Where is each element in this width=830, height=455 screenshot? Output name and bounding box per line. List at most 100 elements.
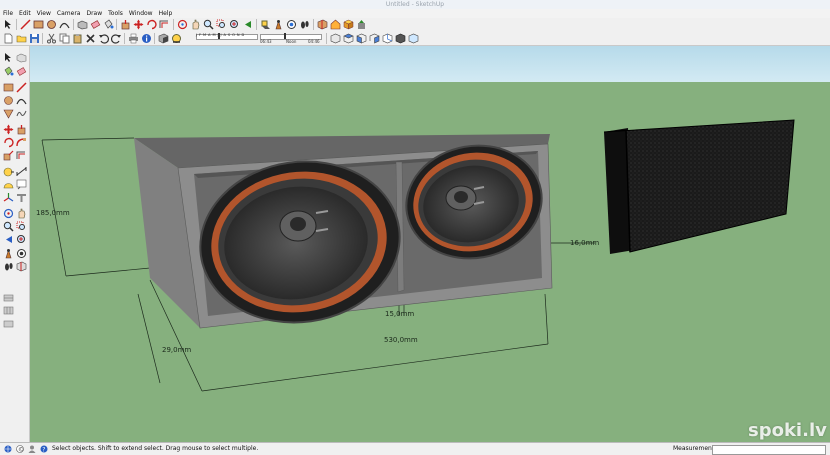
paint-bucket-icon[interactable] <box>103 19 114 30</box>
tape-measure-icon[interactable] <box>3 166 14 177</box>
position-camera-icon[interactable] <box>3 248 14 259</box>
scale-icon[interactable] <box>3 150 14 161</box>
arc-icon[interactable] <box>16 95 27 106</box>
month-scale: J F M A M J J A S O N D <box>196 33 245 37</box>
modeling-viewport[interactable]: 185,0mm 29,0mm 530,0mm 15,0mm 16,0mm <box>30 46 830 442</box>
previous-icon[interactable] <box>3 234 14 245</box>
redo-icon[interactable] <box>111 33 122 44</box>
move-tool-icon[interactable] <box>133 19 144 30</box>
new-file-icon[interactable] <box>3 33 14 44</box>
back-view-icon[interactable] <box>382 33 393 44</box>
dim-panel-label: 15,0mm <box>385 310 414 318</box>
pan-icon[interactable] <box>16 208 27 219</box>
polygon-icon[interactable] <box>3 108 14 119</box>
upload-model-icon[interactable] <box>356 19 367 30</box>
push-pull-icon[interactable] <box>16 124 27 135</box>
menu-edit[interactable]: Edit <box>16 9 34 18</box>
user-icon[interactable] <box>28 445 36 453</box>
sandbox-smoove-icon[interactable] <box>3 318 14 329</box>
rectangle-tool-icon[interactable] <box>33 19 44 30</box>
sandbox-scratch-icon[interactable] <box>3 305 14 316</box>
select-tool-icon[interactable] <box>3 19 14 30</box>
zoom-tool-icon[interactable] <box>203 19 214 30</box>
follow-me-icon[interactable] <box>16 137 27 148</box>
axes-icon[interactable] <box>3 192 14 203</box>
month-slider-thumb[interactable] <box>218 33 220 39</box>
zoom-extents-icon[interactable] <box>16 234 27 245</box>
walk-icon[interactable] <box>3 261 14 272</box>
left-view-icon[interactable] <box>395 33 406 44</box>
menu-bar: File Edit View Camera Draw Tools Window Help <box>0 9 830 18</box>
offset-icon[interactable] <box>16 150 27 161</box>
eraser-icon[interactable] <box>16 66 27 77</box>
circle-tool-icon[interactable] <box>46 19 57 30</box>
text-icon[interactable] <box>16 179 27 190</box>
rotate-tool-icon[interactable] <box>146 19 157 30</box>
paste-icon[interactable] <box>72 33 83 44</box>
section-plane-icon[interactable] <box>317 19 328 30</box>
3d-text-icon[interactable] <box>16 192 27 203</box>
paint-bucket-icon[interactable] <box>3 66 14 77</box>
select-icon[interactable] <box>3 52 14 63</box>
freehand-icon[interactable] <box>16 108 27 119</box>
menu-camera[interactable]: Camera <box>54 9 84 18</box>
menu-draw[interactable]: Draw <box>83 9 105 18</box>
credits-icon[interactable]: © <box>16 445 24 453</box>
walk-tool-icon[interactable] <box>299 19 310 30</box>
menu-file[interactable]: File <box>0 9 16 18</box>
orbit-icon[interactable] <box>3 208 14 219</box>
move-icon[interactable] <box>3 124 14 135</box>
look-around-icon[interactable] <box>286 19 297 30</box>
previous-view-icon[interactable] <box>242 19 253 30</box>
help-icon[interactable]: ? <box>40 445 48 453</box>
zoom-extents-icon[interactable] <box>229 19 240 30</box>
model-info-icon[interactable] <box>141 33 152 44</box>
warehouse-icon[interactable] <box>330 19 341 30</box>
right-view-icon[interactable] <box>369 33 380 44</box>
save-icon[interactable] <box>29 33 40 44</box>
pan-tool-icon[interactable] <box>190 19 201 30</box>
line-tool-icon[interactable] <box>20 19 31 30</box>
zoom-window-icon[interactable] <box>216 19 227 30</box>
rectangle-icon[interactable] <box>3 82 14 93</box>
shadows-icon[interactable] <box>260 19 271 30</box>
make-component-icon[interactable] <box>77 19 88 30</box>
top-view-icon[interactable] <box>343 33 354 44</box>
eraser-tool-icon[interactable] <box>90 19 101 30</box>
delete-icon[interactable] <box>85 33 96 44</box>
protractor-icon[interactable] <box>3 179 14 190</box>
rotate-icon[interactable] <box>3 137 14 148</box>
line-icon[interactable] <box>16 82 27 93</box>
cut-icon[interactable] <box>46 33 57 44</box>
main-toolbar <box>0 18 830 31</box>
geo-location-icon[interactable] <box>4 445 12 453</box>
copy-icon[interactable] <box>59 33 70 44</box>
look-around-icon[interactable] <box>16 248 27 259</box>
make-component-icon[interactable] <box>16 52 27 63</box>
zoom-icon[interactable] <box>3 221 14 232</box>
push-pull-icon[interactable] <box>120 19 131 30</box>
offset-tool-icon[interactable] <box>159 19 170 30</box>
section-plane-icon[interactable] <box>16 261 27 272</box>
iso-view-icon[interactable] <box>330 33 341 44</box>
circle-icon[interactable] <box>3 95 14 106</box>
print-icon[interactable] <box>128 33 139 44</box>
position-camera-icon[interactable] <box>273 19 284 30</box>
menu-tools[interactable]: Tools <box>105 9 126 18</box>
shadow-settings-icon[interactable] <box>158 33 169 44</box>
zoom-window-icon[interactable] <box>16 221 27 232</box>
menu-window[interactable]: Window <box>126 9 156 18</box>
arc-tool-icon[interactable] <box>59 19 70 30</box>
front-view-icon[interactable] <box>356 33 367 44</box>
orbit-tool-icon[interactable] <box>177 19 188 30</box>
dimension-icon[interactable] <box>16 166 27 177</box>
xray-view-icon[interactable] <box>408 33 419 44</box>
open-file-icon[interactable] <box>16 33 27 44</box>
display-shadows-icon[interactable] <box>171 33 182 44</box>
menu-help[interactable]: Help <box>156 9 176 18</box>
sandbox-contours-icon[interactable] <box>3 292 14 303</box>
undo-icon[interactable] <box>98 33 109 44</box>
components-icon[interactable] <box>343 19 354 30</box>
dim-height-label: 185,0mm <box>36 209 70 217</box>
menu-view[interactable]: View <box>34 9 54 18</box>
